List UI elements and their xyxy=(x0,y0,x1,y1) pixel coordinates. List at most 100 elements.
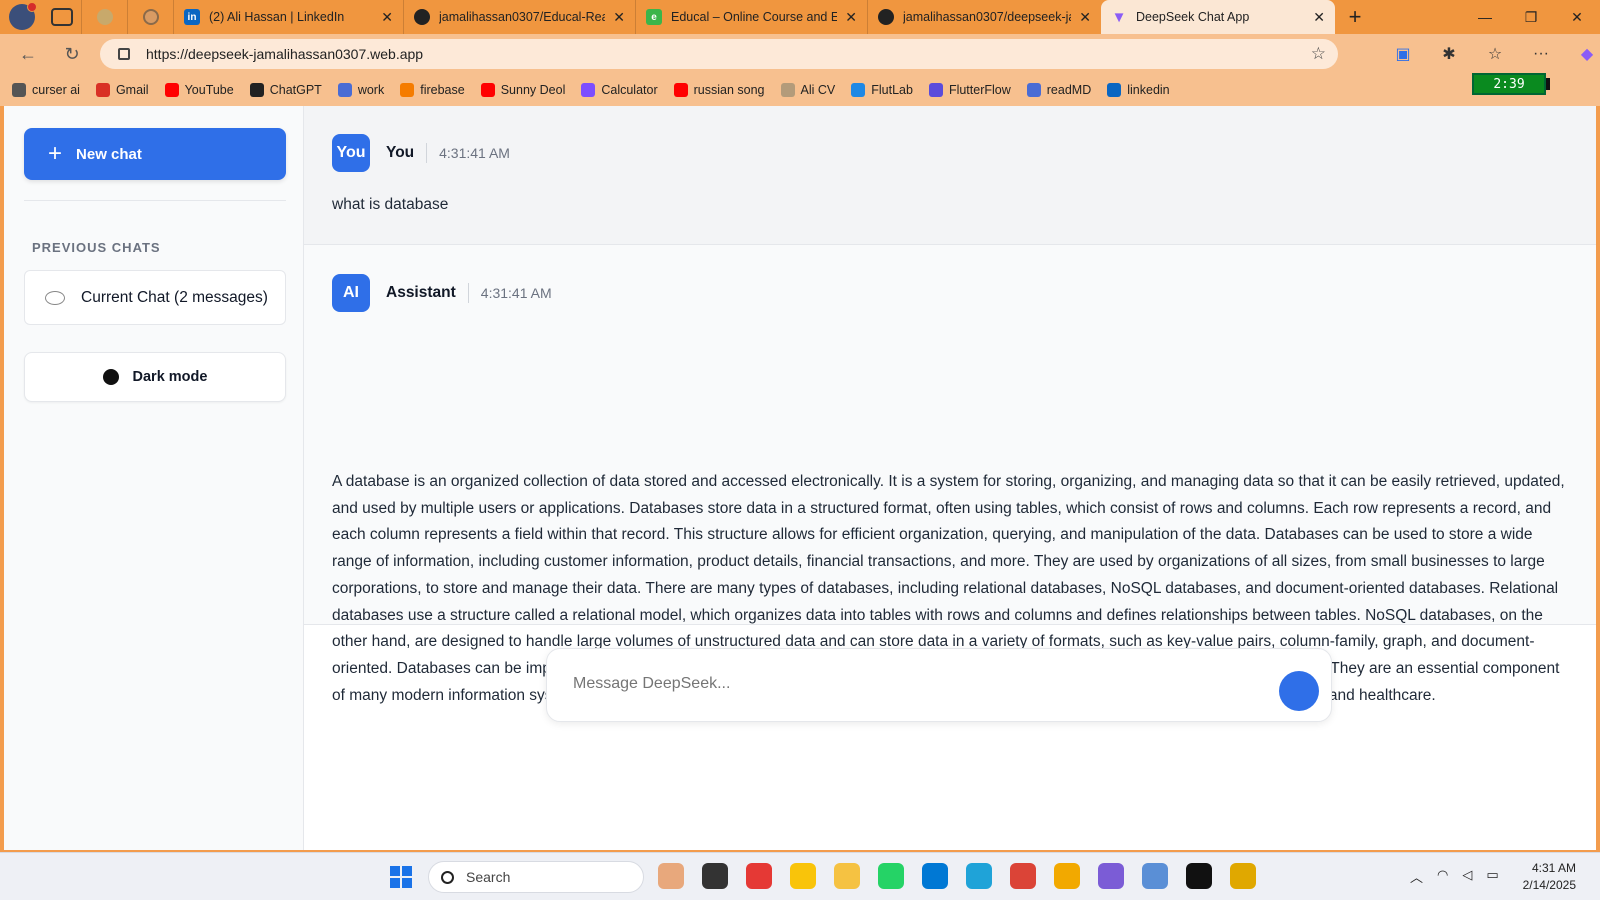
close-tab-icon[interactable]: ✕ xyxy=(1313,9,1325,26)
chat-list-item[interactable]: Current Chat (2 messages) xyxy=(24,270,286,325)
battery-icon[interactable]: ▭ xyxy=(1486,867,1498,886)
message-header: You You 4:31:41 AM xyxy=(332,134,510,172)
close-tab-icon[interactable]: ✕ xyxy=(1079,9,1091,26)
extensions-icon[interactable]: ✱ xyxy=(1426,44,1472,64)
bookmarks-bar: curser ai Gmail YouTube ChatGPT work firebase… xyxy=(0,74,1600,106)
chrome-canary-icon[interactable] xyxy=(1054,863,1080,889)
taskbar-search[interactable]: Search xyxy=(428,861,644,893)
vite-icon: ▼ xyxy=(1111,8,1127,26)
bookmark-label: ChatGPT xyxy=(269,83,322,97)
new-tab-button[interactable]: + xyxy=(1335,0,1375,34)
chat-item-label: Current Chat (2 messages) xyxy=(81,288,268,306)
message-text: what is database xyxy=(332,196,449,213)
educal-icon: e xyxy=(646,9,662,25)
bookmark-item[interactable]: curser ai xyxy=(12,83,80,97)
bookmark-item[interactable]: FlutLab xyxy=(851,83,913,97)
browser-tab[interactable]: in (2) Ali Hassan | LinkedIn ✕ xyxy=(173,0,403,34)
user-message: You You 4:31:41 AM what is database xyxy=(304,106,1596,245)
bookmark-label: FlutterFlow xyxy=(948,83,1011,97)
previous-chats-heading: PREVIOUS CHATS xyxy=(32,240,161,255)
chevron-up-icon[interactable]: ︿ xyxy=(1410,867,1423,886)
user-avatar: You xyxy=(332,134,370,172)
browser-tab[interactable]: jamalihassan0307/Educal-React ✕ xyxy=(403,0,635,34)
edge-icon[interactable] xyxy=(966,863,992,889)
toolbar-actions: ▣ ✱ ☆ ··· ◆ xyxy=(1380,34,1600,74)
bookmark-item[interactable]: readMD xyxy=(1026,83,1092,97)
yandex-icon[interactable] xyxy=(1230,863,1256,889)
monitor-app-icon[interactable] xyxy=(1142,863,1168,889)
restore-icon[interactable]: ❐ xyxy=(1508,0,1554,34)
message-input[interactable] xyxy=(573,675,1253,693)
bookmark-label: work xyxy=(357,83,385,97)
close-tab-icon[interactable]: ✕ xyxy=(613,9,625,26)
visual-studio-icon[interactable] xyxy=(1098,863,1124,889)
bookmark-item[interactable]: Ali CV xyxy=(780,83,835,97)
colorful-app-icon[interactable] xyxy=(658,863,684,889)
capcut-icon[interactable] xyxy=(1186,863,1212,889)
more-menu-icon[interactable]: ··· xyxy=(1518,45,1564,63)
bookmark-item[interactable]: ChatGPT xyxy=(249,83,322,97)
bookmark-item[interactable]: russian song xyxy=(673,83,765,97)
bookmark-item[interactable]: Gmail xyxy=(95,83,149,97)
browser-tab[interactable]: jamalihassan0307/deepseek-jama ✕ xyxy=(867,0,1101,34)
url-bar[interactable]: https://deepseek-jamalihassan0307.web.ap… xyxy=(100,39,1338,69)
profile-avatar[interactable] xyxy=(9,2,37,30)
refresh-icon[interactable]: ↻ xyxy=(52,34,92,74)
whatsapp-icon[interactable] xyxy=(878,863,904,889)
volume-icon[interactable]: ◁ xyxy=(1462,867,1472,886)
bookmark-label: FlutLab xyxy=(871,83,913,97)
send-button[interactable] xyxy=(1279,671,1319,711)
pinned-tab-2[interactable] xyxy=(127,0,173,34)
bookmark-item[interactable]: FlutterFlow xyxy=(928,83,1011,97)
start-button[interactable] xyxy=(390,866,412,888)
back-icon[interactable]: ← xyxy=(8,34,48,74)
browser-tab[interactable]: e Educal – Online Course and Educa ✕ xyxy=(635,0,867,34)
ai-app-icon[interactable] xyxy=(790,863,816,889)
tab-title: jamalihassan0307/Educal-React xyxy=(439,10,606,24)
bookmark-item[interactable]: Calculator xyxy=(581,83,658,97)
favorite-star-icon[interactable]: ☆ xyxy=(1311,44,1326,64)
chrome-icon[interactable] xyxy=(1010,863,1036,889)
new-chat-button[interactable]: + New chat xyxy=(24,128,286,180)
pinned-tab-1[interactable] xyxy=(81,0,127,34)
bookmark-item[interactable]: firebase xyxy=(400,83,465,97)
favorites-icon[interactable]: ☆ xyxy=(1472,44,1518,64)
bookmark-item[interactable]: linkedin xyxy=(1107,83,1170,97)
pinned-site-icon xyxy=(96,9,113,25)
copilot-icon[interactable]: ◆ xyxy=(1564,44,1600,64)
bookmark-icon xyxy=(1107,83,1122,97)
assistant-message: AI Assistant 4:31:41 AM A database is an… xyxy=(304,245,1596,704)
pinned-site-icon xyxy=(142,9,159,25)
workspaces-icon[interactable] xyxy=(51,8,73,26)
bookmark-label: Sunny Deol xyxy=(500,83,566,97)
close-tab-icon[interactable]: ✕ xyxy=(845,9,857,26)
bookmark-icon xyxy=(480,83,495,97)
dark-mode-label: Dark mode xyxy=(132,369,208,385)
minimize-icon[interactable]: — xyxy=(1462,0,1508,34)
bookmark-item[interactable]: YouTube xyxy=(164,83,234,97)
anydesk-icon[interactable] xyxy=(746,863,772,889)
bookmark-icon xyxy=(928,83,943,97)
url-text: https://deepseek-jamalihassan0307.web.ap… xyxy=(146,46,424,62)
bookmark-item[interactable]: Sunny Deol xyxy=(480,83,566,97)
browser-tab-active[interactable]: ▼ DeepSeek Chat App ✕ xyxy=(1101,0,1335,34)
dark-mode-toggle[interactable]: Dark mode xyxy=(24,352,286,402)
vscode-icon[interactable] xyxy=(922,863,948,889)
file-explorer-icon[interactable] xyxy=(834,863,860,889)
close-tab-icon[interactable]: ✕ xyxy=(381,9,393,26)
bookmark-icon xyxy=(164,83,179,97)
bookmark-item[interactable]: work xyxy=(337,83,385,97)
bookmark-icon xyxy=(851,83,866,97)
assistant-avatar: AI xyxy=(332,274,370,312)
sidebar: + New chat PREVIOUS CHATS Current Chat (… xyxy=(4,106,304,850)
bookmark-label: russian song xyxy=(693,83,765,97)
bookmark-label: readMD xyxy=(1046,83,1092,97)
translate-icon[interactable]: ▣ xyxy=(1380,44,1426,64)
timer-widget: 2:39 xyxy=(1472,73,1550,95)
close-window-icon[interactable]: ✕ xyxy=(1554,0,1600,34)
taskbar-clock[interactable]: 4:31 AM 2/14/2025 xyxy=(1523,860,1576,894)
bookmark-icon xyxy=(95,83,110,97)
bookmark-icon xyxy=(673,83,688,97)
wifi-icon[interactable]: ◠ xyxy=(1437,867,1448,886)
terminal-icon[interactable] xyxy=(702,863,728,889)
